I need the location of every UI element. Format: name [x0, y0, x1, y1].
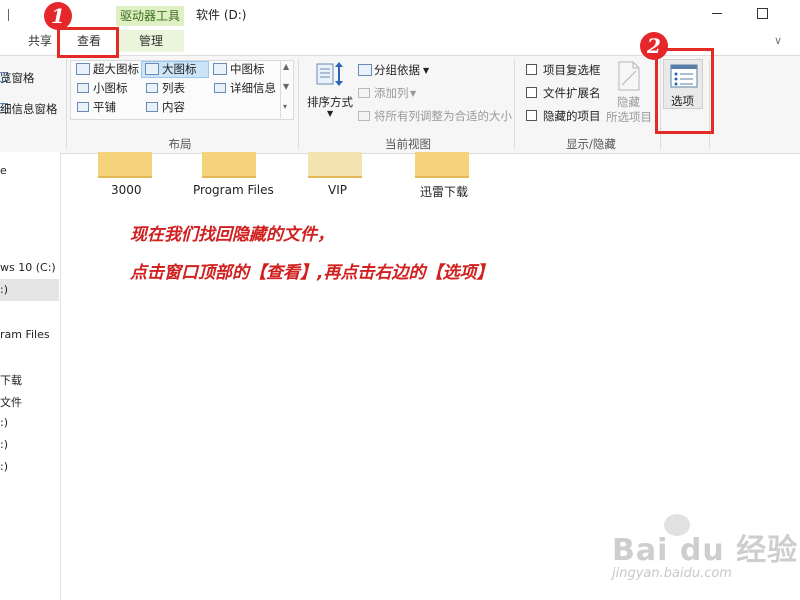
layout-details[interactable]: 详细信息 — [230, 81, 276, 95]
quick-access-separator — [8, 9, 9, 21]
details-pane-button[interactable]: 细信息窗格 — [0, 102, 58, 116]
layout-content[interactable]: 内容 — [162, 100, 185, 114]
nav-item-drive[interactable]: :) — [0, 460, 8, 473]
preview-pane-button[interactable]: 览窗格 — [0, 71, 35, 85]
hidden-items-checkbox[interactable] — [526, 110, 537, 121]
group-by-icon — [358, 64, 372, 76]
step2-badge: 2 — [640, 32, 668, 60]
file-extensions-checkbox[interactable] — [526, 87, 537, 98]
tiles-icon — [77, 102, 89, 112]
sort-by-icon — [316, 62, 343, 86]
show-hide-group-label: 显示/隐藏 — [566, 137, 616, 151]
tab-share[interactable]: 共享 — [22, 30, 58, 52]
nav-item-downloads[interactable]: 下载 — [0, 372, 22, 388]
gallery-down-arrow-icon[interactable]: ▼ — [283, 82, 289, 91]
group-by-dropdown-icon[interactable]: ▼ — [423, 64, 429, 78]
folder-name[interactable]: 迅雷下载 — [420, 183, 468, 200]
folder-name[interactable]: 3000 — [111, 183, 142, 197]
gallery-more-icon[interactable]: ▾ — [283, 102, 287, 111]
details-icon — [214, 83, 226, 93]
current-view-group-label: 当前视图 — [385, 137, 431, 151]
layout-small-icons[interactable]: 小图标 — [93, 81, 128, 95]
size-columns-icon — [358, 111, 370, 121]
ribbon-group-divider — [514, 59, 515, 149]
item-checkboxes-label: 项目复选框 — [543, 63, 601, 77]
ribbon-group-divider — [298, 59, 299, 149]
add-columns-button[interactable]: 添加列 — [374, 86, 409, 100]
content-icon — [146, 102, 158, 112]
nav-item-system-drive[interactable]: ws 10 (C:) — [0, 261, 56, 274]
small-icons-icon — [77, 83, 89, 93]
sort-by-dropdown-icon[interactable]: ▼ — [327, 107, 333, 121]
layout-medium-icons[interactable]: 中图标 — [230, 62, 265, 76]
minimize-button[interactable] — [712, 13, 722, 14]
extra-large-icons-icon — [76, 63, 90, 75]
nav-item-documents[interactable]: 文件 — [0, 394, 22, 410]
step1-highlight-box — [57, 27, 119, 58]
layout-list[interactable]: 列表 — [162, 81, 185, 95]
watermark-url: jingyan.baidu.com — [612, 566, 732, 581]
add-columns-dropdown-icon[interactable]: ▼ — [410, 87, 416, 101]
layout-tiles[interactable]: 平铺 — [93, 100, 116, 114]
nav-item[interactable]: e — [0, 164, 7, 177]
file-extensions-label: 文件扩展名 — [543, 86, 601, 100]
size-all-columns-button[interactable]: 将所有列调整为合适的大小 — [374, 109, 512, 123]
window-title: 软件 (D:) — [196, 8, 247, 22]
nav-item-program-files[interactable]: ram Files — [0, 328, 50, 341]
hide-selected-icon — [618, 61, 640, 91]
drive-tools-context-label: 驱动器工具 — [116, 6, 184, 26]
layout-large-icons[interactable]: 大图标 — [162, 62, 197, 76]
hide-selected-items-label: 所选项目 — [606, 110, 652, 124]
tutorial-annotation-line1: 现在我们找回隐藏的文件， — [130, 225, 334, 245]
nav-item-drive[interactable]: :) — [0, 416, 8, 429]
ribbon-group-divider — [66, 59, 67, 149]
hidden-items-label: 隐藏的项目 — [543, 109, 601, 123]
watermark-logo: Bai du 经验 — [612, 533, 799, 568]
item-checkboxes-checkbox[interactable] — [526, 64, 537, 75]
nav-item-drive[interactable]: :) — [0, 438, 8, 451]
ribbon-collapse-icon[interactable]: ∨ — [774, 34, 782, 47]
medium-icons-icon — [213, 63, 227, 75]
tutorial-annotation-line2: 点击窗口顶部的【查看】,再点击右边的【选项】 — [130, 263, 494, 283]
nav-item-selected-drive[interactable]: :) — [0, 283, 8, 296]
step2-highlight-box — [655, 48, 714, 134]
layout-group-label: 布局 — [168, 137, 192, 151]
list-icon — [146, 83, 158, 93]
folder-name[interactable]: Program Files — [193, 183, 274, 197]
large-icons-icon — [145, 63, 159, 75]
gallery-up-arrow-icon[interactable]: ▲ — [283, 62, 289, 71]
layout-extra-large-icons[interactable]: 超大图标 — [93, 62, 139, 76]
folder-name[interactable]: VIP — [328, 183, 347, 197]
nav-selection-highlight — [0, 279, 59, 301]
hide-button[interactable]: 隐藏 — [617, 95, 640, 109]
group-by-button[interactable]: 分组依据 — [374, 63, 420, 77]
step1-badge: 1 — [44, 2, 72, 30]
add-columns-icon — [358, 88, 370, 98]
maximize-button[interactable] — [757, 8, 768, 19]
tab-manage[interactable]: 管理 — [118, 30, 184, 52]
